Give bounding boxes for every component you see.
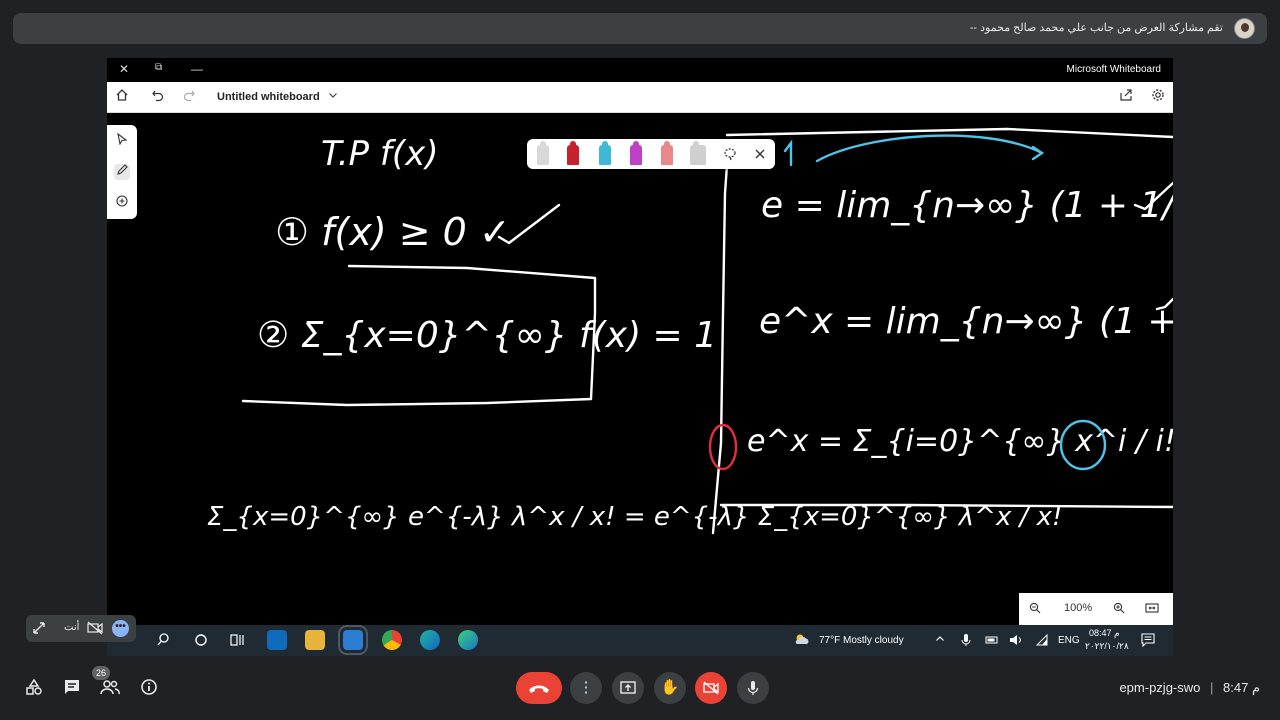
zoom-level: 100%	[1064, 602, 1093, 614]
taskbar-time[interactable]: 08:47 م	[1089, 628, 1120, 639]
language-indicator[interactable]: ENG	[1058, 635, 1080, 646]
select-pointer-icon[interactable]	[114, 132, 130, 149]
zoom-in-icon[interactable]	[1113, 602, 1125, 617]
settings-gear-icon[interactable]	[1149, 88, 1167, 106]
ink-line-ex-limit: e^x = lim_{n→∞} (1 + x/n)^n	[759, 301, 1173, 342]
eraser-icon[interactable]	[690, 141, 706, 165]
app-name: Microsoft Whiteboard	[1066, 64, 1161, 75]
ink-line-cond2: ② Σ_{x=0}^{∞} f(x) = 1	[257, 315, 717, 356]
show-hidden-icons-chevron[interactable]	[935, 634, 945, 647]
chat-icon[interactable]	[62, 678, 82, 698]
undo-icon[interactable]	[149, 88, 167, 106]
whiteboard-app-icon[interactable]	[338, 625, 368, 655]
weather-text[interactable]: 77°F Mostly cloudy	[819, 635, 904, 646]
lasso-icon[interactable]	[723, 147, 737, 166]
meeting-clock: 8:47 م	[1223, 680, 1260, 695]
blue-pen-icon[interactable]	[599, 141, 611, 165]
presenter-avatar	[1234, 18, 1255, 39]
chrome-icon[interactable]	[382, 630, 402, 650]
fit-screen-icon[interactable]	[1145, 602, 1159, 617]
meeting-info: epm-pzjg-swo | 8:47 م	[1119, 680, 1260, 695]
wifi-icon[interactable]	[1035, 633, 1049, 649]
info-icon[interactable]	[139, 678, 159, 698]
redo-icon[interactable]	[180, 88, 198, 106]
ink-text: T.P f(x) ① f(x) ≥ 0 ✓ ② Σ_{x=0}^{∞} f(x)…	[207, 134, 1173, 532]
ink-line-tp: T.P f(x)	[321, 134, 438, 174]
taskbar-date[interactable]: ٢٠٢٢/١٠/٢٨	[1085, 641, 1129, 652]
ink-line-ex-series: e^x = Σ_{i=0}^{∞} x^i / i! = 1 + x + x²/…	[747, 424, 1173, 459]
home-icon[interactable]	[113, 88, 131, 106]
zoom-out-icon[interactable]	[1029, 602, 1041, 617]
highlighter-icon[interactable]	[661, 141, 673, 165]
shared-screen: ✕ ⧉ — Microsoft Whiteboard Untitled whit…	[107, 58, 1173, 656]
minimize-window-button[interactable]: —	[191, 62, 203, 76]
chevron-down-icon[interactable]	[328, 90, 338, 103]
microphone-tray-icon[interactable]	[961, 633, 971, 650]
more-options-button[interactable]: •••	[112, 620, 129, 637]
camera-off-button[interactable]	[695, 672, 727, 704]
expand-icon[interactable]	[32, 621, 46, 640]
self-view-controls: أنت •••	[26, 615, 136, 642]
presenting-banner: تقم مشاركة العرض من جانب علي محمد صالح م…	[13, 13, 1267, 44]
pen-tray	[527, 139, 775, 169]
weather-cloud-icon[interactable]	[793, 631, 811, 647]
notifications-icon[interactable]	[1141, 633, 1155, 650]
raise-hand-icon[interactable]: ✋	[654, 672, 686, 704]
search-icon[interactable]	[155, 630, 175, 650]
windows-taskbar: 77°F Mostly cloudy ENG 08:47 م ٢٠٢٢/١٠/٢…	[107, 625, 1173, 656]
presenting-text: تقم مشاركة العرض من جانب علي محمد صالح م…	[969, 22, 1223, 34]
battery-icon[interactable]	[985, 635, 999, 648]
ink-line-poisson: Σ_{x=0}^{∞} e^{-λ} λ^x / x! = e^{-λ} Σ_{…	[207, 502, 1062, 532]
close-window-button[interactable]: ✕	[119, 62, 129, 76]
pen-tool-icon[interactable]	[114, 164, 130, 180]
restore-window-button[interactable]: ⧉	[155, 62, 162, 73]
whiteboard-canvas[interactable]: T.P f(x) ① f(x) ≥ 0 ✓ ② Σ_{x=0}^{∞} f(x)…	[107, 113, 1173, 625]
microphone-icon[interactable]	[737, 672, 769, 704]
white-pen-icon[interactable]	[537, 141, 549, 165]
more-actions-icon[interactable]: ⋮	[570, 672, 602, 704]
file-explorer-icon[interactable]	[305, 630, 325, 650]
close-tray-icon[interactable]	[754, 147, 766, 165]
ink-line-e-limit: e = lim_{n→∞} (1 + 1/n)^n	[761, 185, 1173, 226]
meeting-code: epm-pzjg-swo	[1119, 680, 1201, 695]
task-view-icon[interactable]	[227, 630, 247, 650]
self-view-label: أنت	[64, 622, 80, 633]
edge-icon[interactable]	[420, 630, 440, 650]
end-call-button[interactable]	[516, 672, 562, 704]
people-icon[interactable]	[100, 678, 120, 698]
mail-icon[interactable]	[267, 630, 287, 650]
cortana-icon[interactable]	[191, 630, 211, 650]
magenta-pen-icon[interactable]	[630, 141, 642, 165]
present-screen-icon[interactable]	[612, 672, 644, 704]
add-icon[interactable]	[114, 195, 130, 211]
document-title[interactable]: Untitled whiteboard	[217, 91, 320, 103]
ink-line-cond1: ① f(x) ≥ 0 ✓	[275, 210, 511, 254]
whiteboard-toolbar: Untitled whiteboard	[107, 82, 1173, 113]
tool-rail	[107, 125, 137, 219]
ink-layer: T.P f(x) ① f(x) ≥ 0 ✓ ② Σ_{x=0}^{∞} f(x)…	[207, 127, 1173, 535]
camera-off-icon[interactable]	[87, 621, 103, 640]
red-pen-icon[interactable]	[567, 141, 579, 165]
volume-icon[interactable]	[1009, 634, 1023, 649]
whiteboard-titlebar: ✕ ⧉ — Microsoft Whiteboard	[107, 58, 1173, 82]
share-icon[interactable]	[1117, 88, 1135, 106]
activities-icon[interactable]	[24, 678, 44, 698]
edge-dev-icon[interactable]	[458, 630, 478, 650]
zoom-controls: 100%	[1019, 593, 1173, 625]
